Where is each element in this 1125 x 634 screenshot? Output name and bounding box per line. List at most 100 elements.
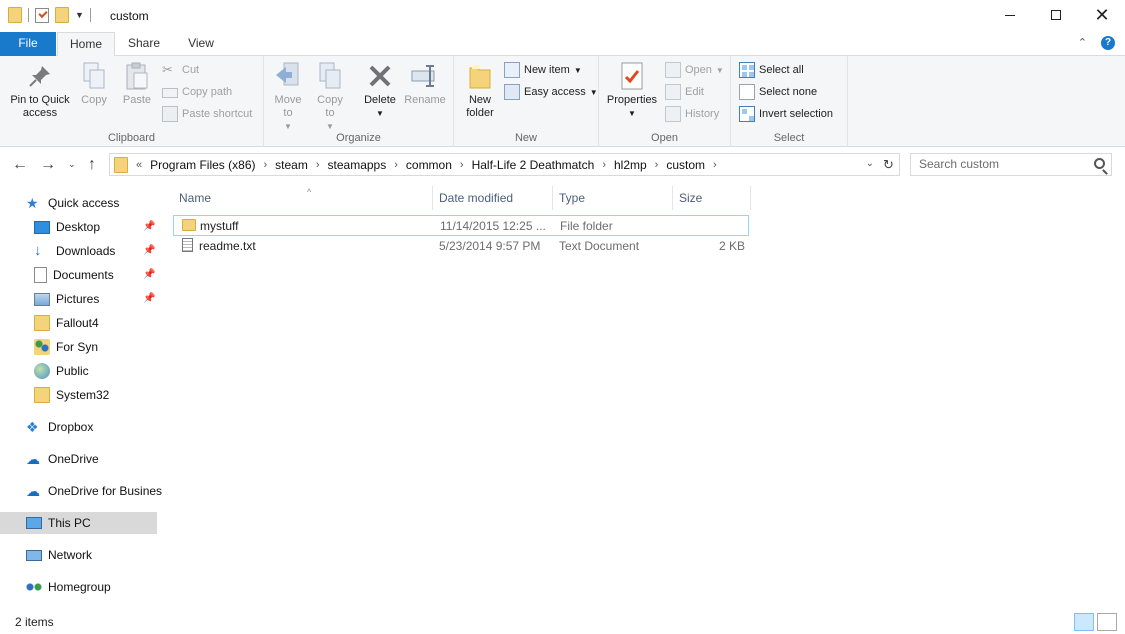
invert-selection-button[interactable]: Invert selection bbox=[739, 104, 833, 124]
details-view-icon[interactable] bbox=[1074, 613, 1094, 631]
easy-access-icon bbox=[504, 84, 520, 100]
tab-share[interactable]: Share bbox=[118, 32, 170, 56]
overflow-crumb[interactable]: « bbox=[136, 159, 142, 171]
minimize-ribbon-icon[interactable]: ⌃ bbox=[1078, 36, 1087, 50]
nav-item-dropbox[interactable]: ❖ Dropbox bbox=[26, 416, 93, 438]
breadcrumb-common[interactable]: common bbox=[406, 158, 452, 172]
pin-icon[interactable]: 📌 bbox=[143, 269, 155, 280]
copy-to-button[interactable]: Copy to ▼ bbox=[312, 60, 348, 133]
pin-icon[interactable]: 📌 bbox=[143, 245, 155, 256]
help-icon[interactable]: ? bbox=[1101, 36, 1115, 50]
tab-home[interactable]: Home bbox=[57, 32, 115, 57]
pin-icon[interactable]: 📌 bbox=[143, 293, 155, 304]
column-header-date[interactable]: Date modified bbox=[433, 186, 553, 210]
nav-item-onedrive-business[interactable]: ☁ OneDrive for Busines bbox=[26, 480, 162, 502]
breadcrumb-steamapps[interactable]: steamapps bbox=[328, 158, 387, 172]
nav-label: System32 bbox=[56, 388, 110, 402]
nav-label: Fallout4 bbox=[56, 316, 99, 330]
nav-item-downloads[interactable]: ↓ Downloads bbox=[34, 240, 115, 262]
dropbox-icon: ❖ bbox=[26, 419, 39, 435]
properties-check-icon[interactable] bbox=[35, 7, 49, 23]
pin-to-quick-access-button[interactable]: Pin to Quick access bbox=[6, 60, 74, 120]
chevron-right-icon[interactable]: › bbox=[394, 159, 398, 171]
nav-item-this-pc[interactable]: This PC bbox=[0, 512, 157, 534]
column-header-label: Name bbox=[179, 191, 212, 205]
maximize-button[interactable] bbox=[1033, 0, 1079, 30]
back-arrow-icon[interactable]: ← bbox=[12, 156, 28, 174]
properties-button[interactable]: Properties ▼ bbox=[603, 60, 661, 120]
view-switcher bbox=[1074, 613, 1117, 631]
nav-item-quick-access[interactable]: ★ Quick access bbox=[26, 192, 119, 214]
nav-item-public[interactable]: Public bbox=[34, 360, 89, 382]
search-icon[interactable] bbox=[1094, 158, 1105, 169]
edit-button[interactable]: Edit bbox=[665, 82, 704, 102]
delete-button[interactable]: Delete ▼ bbox=[360, 60, 400, 120]
nav-item-network[interactable]: Network bbox=[26, 544, 92, 566]
breadcrumb-hl2dm[interactable]: Half-Life 2 Deathmatch bbox=[472, 158, 595, 172]
easy-access-button[interactable]: Easy access ▼ bbox=[504, 82, 598, 102]
address-bar[interactable]: « Program Files (x86) › steam › steamapp… bbox=[109, 153, 879, 176]
close-button[interactable]: ✕ bbox=[1079, 0, 1125, 30]
tab-file[interactable]: File bbox=[0, 32, 56, 56]
nav-item-for-syn[interactable]: For Syn bbox=[34, 336, 98, 358]
breadcrumb-custom[interactable]: custom bbox=[666, 158, 705, 172]
nav-label: For Syn bbox=[56, 340, 99, 354]
search-input[interactable]: Search custom bbox=[910, 153, 1112, 176]
organize-group-label: Organize bbox=[336, 132, 381, 144]
rename-button[interactable]: Rename bbox=[402, 60, 448, 107]
breadcrumb-steam[interactable]: steam bbox=[275, 158, 308, 172]
rename-label: Rename bbox=[404, 94, 446, 106]
properties-label: Properties bbox=[606, 94, 658, 106]
paste-shortcut-label: Paste shortcut bbox=[182, 108, 253, 120]
tab-view[interactable]: View bbox=[176, 32, 226, 56]
nav-item-onedrive[interactable]: ☁ OneDrive bbox=[26, 448, 99, 470]
select-all-button[interactable]: Select all bbox=[739, 60, 804, 80]
chevron-right-icon[interactable]: › bbox=[602, 159, 606, 171]
recent-locations-chevron-icon[interactable]: ⌄ bbox=[68, 159, 76, 170]
refresh-button[interactable]: ↻ bbox=[878, 153, 900, 176]
column-header-name[interactable]: ^ Name bbox=[173, 186, 433, 210]
customize-toolbar-dropdown-icon[interactable]: ▼ bbox=[75, 10, 84, 20]
up-arrow-icon[interactable]: ↑ bbox=[88, 156, 96, 174]
table-row[interactable]: readme.txt 5/23/2014 9:57 PM Text Docume… bbox=[173, 236, 749, 257]
item-count: 2 items bbox=[15, 615, 54, 629]
chevron-right-icon[interactable]: › bbox=[460, 159, 464, 171]
toolbar-divider bbox=[28, 8, 29, 22]
chevron-right-icon[interactable]: › bbox=[713, 159, 717, 171]
pin-icon[interactable]: 📌 bbox=[143, 221, 155, 232]
copy-path-button[interactable]: Copy path bbox=[162, 82, 232, 102]
breadcrumb-program-files[interactable]: Program Files (x86) bbox=[150, 158, 255, 172]
forward-arrow-icon[interactable]: → bbox=[40, 156, 56, 174]
nav-item-fallout4[interactable]: Fallout4 bbox=[34, 312, 99, 334]
breadcrumb-hl2mp[interactable]: hl2mp bbox=[614, 158, 647, 172]
address-dropdown-icon[interactable]: ⌄ bbox=[866, 158, 874, 169]
new-item-button[interactable]: New item ▼ bbox=[504, 60, 582, 80]
large-icons-view-icon[interactable] bbox=[1097, 613, 1117, 631]
cut-button[interactable]: ✂ Cut bbox=[162, 60, 199, 80]
nav-item-pictures[interactable]: Pictures bbox=[34, 288, 99, 310]
move-to-button[interactable]: Move to ▼ bbox=[270, 60, 306, 133]
open-button[interactable]: Open ▼ bbox=[665, 60, 724, 80]
copy-button[interactable]: Copy bbox=[76, 60, 112, 107]
nav-item-homegroup[interactable]: Homegroup bbox=[26, 576, 111, 598]
chevron-right-icon[interactable]: › bbox=[263, 159, 267, 171]
nav-item-system32[interactable]: System32 bbox=[34, 384, 109, 406]
minimize-button[interactable] bbox=[987, 0, 1033, 30]
paste-button[interactable]: Paste bbox=[117, 60, 157, 107]
select-none-button[interactable]: Select none bbox=[739, 82, 817, 102]
new-folder-button[interactable]: New folder bbox=[460, 60, 500, 120]
copy-path-label: Copy path bbox=[182, 86, 233, 98]
new-folder-icon[interactable] bbox=[55, 7, 69, 23]
nav-label: Homegroup bbox=[48, 580, 111, 594]
nav-item-desktop[interactable]: Desktop bbox=[34, 216, 100, 238]
history-button[interactable]: History bbox=[665, 104, 719, 124]
cloud-icon: ☁ bbox=[26, 483, 40, 499]
file-type: Text Document bbox=[559, 239, 640, 253]
paste-shortcut-button[interactable]: Paste shortcut bbox=[162, 104, 252, 124]
column-header-type[interactable]: Type bbox=[553, 186, 673, 210]
table-row[interactable]: mystuff 11/14/2015 12:25 ... File folder bbox=[173, 215, 749, 236]
chevron-right-icon[interactable]: › bbox=[655, 159, 659, 171]
column-header-size[interactable]: Size bbox=[673, 186, 751, 210]
chevron-right-icon[interactable]: › bbox=[316, 159, 320, 171]
nav-item-documents[interactable]: Documents bbox=[34, 264, 114, 286]
